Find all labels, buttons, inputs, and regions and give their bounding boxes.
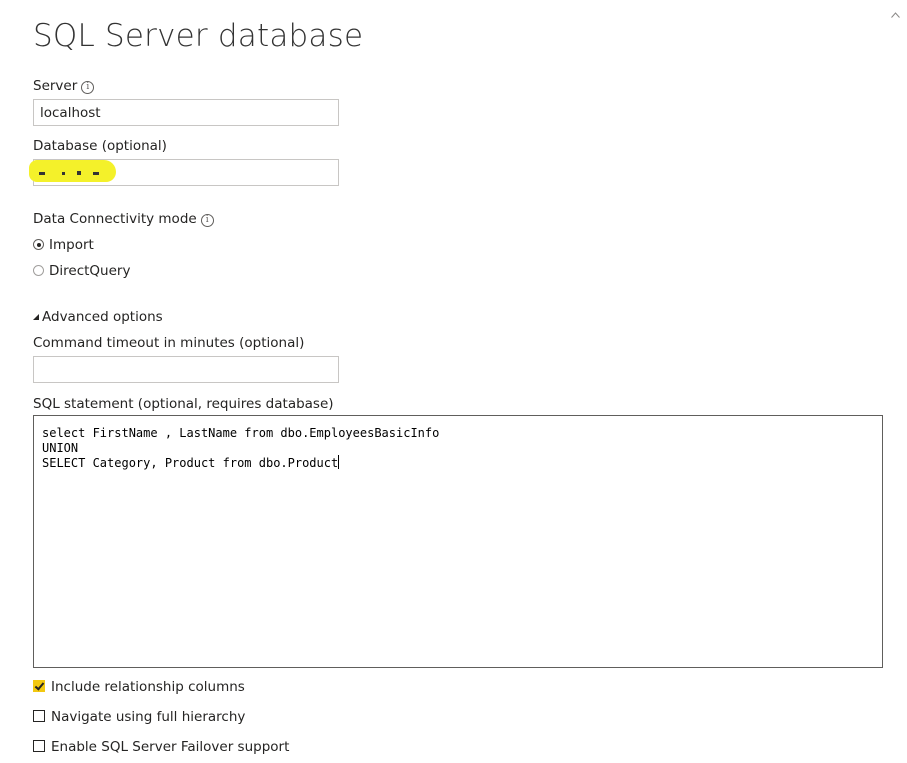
info-icon[interactable]: i — [81, 81, 95, 94]
checkbox-unchecked-icon[interactable] — [33, 740, 45, 752]
checkbox-include-relationship-columns[interactable]: Include relationship columns — [33, 679, 245, 695]
radio-unselected-icon[interactable] — [33, 265, 44, 276]
info-icon[interactable]: i — [200, 214, 214, 227]
checkbox-label: Navigate using full hierarchy — [51, 709, 246, 725]
timeout-label: Command timeout in minutes (optional) — [33, 335, 305, 351]
connectivity-label: Data Connectivity mode — [33, 211, 197, 227]
checkbox-enable-failover[interactable]: Enable SQL Server Failover support — [33, 739, 289, 755]
server-label-row: Server i — [33, 78, 95, 94]
redaction-highlight — [29, 160, 116, 182]
sql-line: select FirstName , LastName from dbo.Emp… — [42, 426, 440, 440]
radio-import[interactable]: Import — [33, 237, 94, 253]
connectivity-label-row: Data Connectivity mode i — [33, 211, 214, 227]
sql-label: SQL statement (optional, requires databa… — [33, 396, 334, 412]
radio-directquery-label: DirectQuery — [49, 263, 131, 279]
sql-line: SELECT Category, Product from dbo.Produc… — [42, 456, 339, 470]
redacted-text-marks — [39, 171, 99, 175]
advanced-options-label: Advanced options — [42, 309, 163, 325]
database-label: Database (optional) — [33, 138, 167, 154]
checkbox-unchecked-icon[interactable] — [33, 710, 45, 722]
timeout-input[interactable] — [33, 356, 339, 383]
advanced-options-toggle[interactable]: Advanced options — [33, 309, 163, 325]
checkbox-label: Enable SQL Server Failover support — [51, 739, 290, 755]
text-cursor — [338, 455, 340, 469]
checkbox-label: Include relationship columns — [51, 679, 245, 695]
checkbox-checked-icon[interactable] — [33, 680, 45, 692]
radio-selected-icon[interactable] — [33, 239, 44, 250]
dialog-title: SQL Server database — [33, 18, 364, 54]
sql-line: UNION — [42, 440, 79, 455]
server-label: Server — [33, 78, 78, 94]
sql-line-last: SELECT Category, Product from dbo.Produc… — [42, 455, 874, 471]
radio-import-label: Import — [49, 237, 94, 253]
radio-directquery[interactable]: DirectQuery — [33, 263, 130, 279]
caret-down-icon — [33, 314, 39, 320]
scroll-up-icon[interactable] — [891, 12, 900, 18]
checkbox-navigate-full-hierarchy[interactable]: Navigate using full hierarchy — [33, 709, 245, 725]
server-input[interactable]: localhost — [33, 99, 339, 126]
sql-statement-textarea[interactable]: select FirstName , LastName from dbo.Emp… — [33, 415, 883, 668]
